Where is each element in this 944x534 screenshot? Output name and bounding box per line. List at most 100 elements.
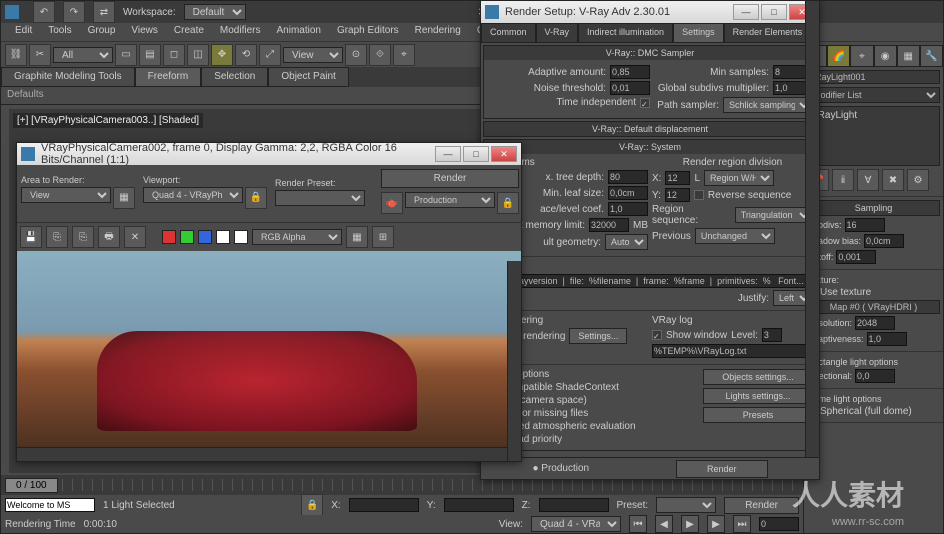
dr-settings-button[interactable]: Settings...: [569, 328, 627, 344]
clone-icon[interactable]: ⎘: [72, 226, 94, 248]
listener-input[interactable]: [5, 498, 95, 512]
rf-viewport-select[interactable]: Quad 4 - VRayPhy: [143, 187, 243, 203]
log-path-input[interactable]: [652, 344, 813, 358]
link-icon[interactable]: ⇄: [93, 1, 115, 23]
alpha-swatch[interactable]: [216, 230, 230, 244]
region-icon[interactable]: ▦: [113, 187, 135, 209]
shadow-bias-input[interactable]: [864, 234, 904, 248]
presets-button[interactable]: Presets: [703, 407, 813, 423]
ribbon-selection[interactable]: Selection: [201, 67, 268, 87]
noise-threshold-input[interactable]: [610, 81, 650, 95]
region-l-select[interactable]: Region W/H: [704, 170, 774, 186]
stack-item[interactable]: VRayLight: [811, 110, 936, 121]
render-setup-titlebar[interactable]: Render Setup: V-Ray Adv 2.30.01 — □ ✕: [481, 1, 819, 23]
face-level-input[interactable]: [608, 202, 648, 216]
select-name-icon[interactable]: ▤: [139, 44, 161, 66]
select-link-icon[interactable]: ⛓: [5, 44, 27, 66]
maximize-icon[interactable]: □: [761, 4, 787, 20]
rotate-icon[interactable]: ⟲: [235, 44, 257, 66]
rf-scrollbar-v[interactable]: [507, 261, 521, 461]
move-icon[interactable]: ✥: [211, 44, 233, 66]
tab-elements[interactable]: Render Elements: [724, 23, 812, 43]
next-frame-icon[interactable]: ▶: [707, 515, 725, 533]
rf-close-icon[interactable]: ✕: [491, 146, 517, 162]
menu-edit[interactable]: Edit: [7, 23, 40, 41]
minimize-icon[interactable]: —: [733, 4, 759, 20]
render-view-select[interactable]: Quad 4 - VRayP: [531, 516, 621, 532]
tab-vray[interactable]: V-Ray: [536, 23, 579, 43]
tree-depth-input[interactable]: [608, 170, 648, 184]
mono-swatch[interactable]: [234, 230, 248, 244]
cp-utilities-icon[interactable]: 🔧: [920, 45, 943, 67]
menu-group[interactable]: Group: [80, 23, 124, 41]
menu-animation[interactable]: Animation: [268, 23, 328, 41]
texture-map-button[interactable]: Map #0 ( VRayHDRI ): [807, 300, 940, 314]
workspace-select[interactable]: Default: [184, 4, 246, 20]
resolution-input[interactable]: [855, 316, 895, 330]
viewport-label[interactable]: [+] [VRayPhysicalCamera003..] [Shaded]: [13, 113, 203, 128]
toggle-overlay-icon[interactable]: ▦: [346, 226, 368, 248]
rf-preset-select[interactable]: [275, 190, 365, 206]
rf-maximize-icon[interactable]: □: [463, 146, 489, 162]
filter-select[interactable]: All: [53, 47, 113, 63]
timeline-track[interactable]: [62, 479, 799, 491]
menu-views[interactable]: Views: [123, 23, 166, 41]
teapot-icon[interactable]: 🫖: [381, 192, 403, 214]
lock-icon[interactable]: 🔒: [301, 494, 323, 516]
select-icon[interactable]: ▭: [115, 44, 137, 66]
lock-viewport-icon[interactable]: 🔒: [245, 187, 267, 209]
objects-settings-button[interactable]: Objects settings...: [703, 369, 813, 385]
save-image-icon[interactable]: 💾: [20, 226, 42, 248]
previous-select[interactable]: Unchanged: [695, 228, 775, 244]
rf-scrollbar-h[interactable]: [17, 447, 507, 461]
displacement-rollout[interactable]: V-Ray:: Default displacement: [484, 122, 816, 136]
menu-modifiers[interactable]: Modifiers: [212, 23, 269, 41]
refcoord-select[interactable]: View: [283, 47, 343, 63]
goto-start-icon[interactable]: ⏮: [629, 515, 647, 533]
prev-frame-icon[interactable]: ◀: [655, 515, 673, 533]
render-setup-scrollbar[interactable]: [805, 43, 819, 459]
render-button[interactable]: Render: [676, 460, 768, 478]
cp-display-icon[interactable]: ▦: [897, 45, 920, 67]
clear-icon[interactable]: ✕: [124, 226, 146, 248]
show-window-check[interactable]: [652, 330, 662, 340]
path-sampler-select[interactable]: Schlick sampling: [723, 97, 813, 113]
min-leaf-input[interactable]: [608, 186, 648, 200]
tab-common[interactable]: Common: [481, 23, 536, 43]
tab-indirect[interactable]: Indirect illumination: [578, 23, 673, 43]
production-radio[interactable]: ● Production: [532, 463, 589, 474]
channel-select[interactable]: RGB Alpha: [252, 229, 342, 245]
ribbon-freeform[interactable]: Freeform: [135, 67, 202, 87]
directional-input[interactable]: [855, 369, 895, 383]
coord-z-input[interactable]: [539, 498, 609, 512]
pivot-icon[interactable]: ⊙: [345, 44, 367, 66]
current-frame-input[interactable]: [759, 517, 799, 531]
snap-icon[interactable]: ⌖: [393, 44, 415, 66]
adaptiveness-input[interactable]: [867, 332, 907, 346]
subdivs-input[interactable]: [845, 218, 885, 232]
log-level-input[interactable]: [762, 328, 782, 342]
blue-swatch[interactable]: [198, 230, 212, 244]
make-unique-icon[interactable]: ∀: [857, 169, 879, 191]
area-select[interactable]: View: [21, 187, 111, 203]
time-independent-check[interactable]: [640, 98, 650, 108]
memory-input[interactable]: [589, 218, 629, 232]
rf-minimize-icon[interactable]: —: [435, 146, 461, 162]
ribbon-modeling[interactable]: Graphite Modeling Tools: [1, 67, 135, 87]
toggle-ui-icon[interactable]: ⊞: [372, 226, 394, 248]
region-seq-select[interactable]: Triangulation: [735, 207, 813, 223]
region-y-input[interactable]: [665, 188, 690, 202]
menu-create[interactable]: Create: [166, 23, 212, 41]
rf-render-button[interactable]: Render: [381, 169, 519, 188]
tab-settings[interactable]: Settings: [673, 23, 724, 43]
timeline-frame-marker[interactable]: 0 / 100: [5, 478, 58, 493]
menu-graph-editors[interactable]: Graph Editors: [329, 23, 407, 41]
select-rect-icon[interactable]: ◻: [163, 44, 185, 66]
reverse-seq-check[interactable]: [694, 190, 704, 200]
cutoff-input[interactable]: [836, 250, 876, 264]
manip-icon[interactable]: ⟐: [369, 44, 391, 66]
render-frame-titlebar[interactable]: VRayPhysicalCamera002, frame 0, Display …: [17, 143, 521, 165]
remove-mod-icon[interactable]: ✖: [882, 169, 904, 191]
main-render-button[interactable]: Render: [724, 497, 799, 514]
scale-icon[interactable]: ⤢: [259, 44, 281, 66]
